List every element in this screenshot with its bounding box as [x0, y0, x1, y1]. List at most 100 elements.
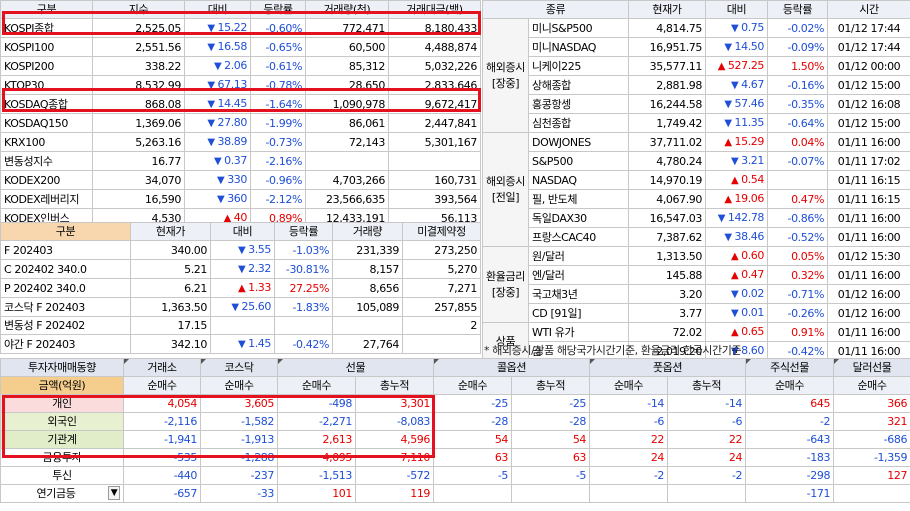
- domestic-row[interactable]: KOSPI종합 2,525.05 ▼ 15.22 -0.60% 772,471 8,180,…: [0, 18, 481, 38]
- global-header-row: 종류 현재가 대비 등락률 시간: [481, 0, 910, 19]
- futures-row[interactable]: 야간 F 202403 342.10 ▼ 1.45 -0.42% 27,764: [0, 334, 481, 354]
- global-change: ▼ 0.01: [705, 303, 769, 323]
- global-row[interactable]: S&P500 4,780.24 ▼ 3.21 -0.07% 01/11 17:02: [483, 151, 910, 171]
- global-row[interactable]: NASDAQ 14,970.19 ▲ 0.54 01/11 16:15: [483, 170, 910, 190]
- global-row[interactable]: 홍콩항셍 16,244.58 ▼ 57.46 -0.35% 01/12 16:08: [483, 94, 910, 114]
- investor-row[interactable]: 기관계 -1,941 -1,913 2,613 4,596 54 54 22 22 -643 -68…: [0, 430, 910, 449]
- investor-row[interactable]: 금융투자 -535 -1,288 4,095 7,110 63 63 24 24 -183 -1,3…: [0, 448, 910, 467]
- index-value: 34,070: [92, 170, 185, 190]
- change-value: 2.06: [224, 59, 247, 72]
- futures-row[interactable]: F 202403 340.00 ▼ 3.55 -1.03% 231,339 273,250: [0, 240, 481, 260]
- global-row[interactable]: 국고채3년 3.20 ▼ 0.02 -0.71% 01/12 16:00: [483, 284, 910, 304]
- investor-value: 2,613: [277, 430, 356, 449]
- index-amount: 4,488,874: [388, 37, 481, 57]
- index-volume: 60,500: [305, 37, 389, 57]
- investor-row[interactable]: 외국인 -2,116 -1,582 -2,271 -8,083 -28 -28 -6 -6 -2 3…: [0, 412, 910, 431]
- futures-name: 코스닥 F 202403: [0, 297, 131, 317]
- investor-row[interactable]: 연기금등 ▼ -657 -33 101 119 -171: [0, 484, 910, 503]
- index-name: KOSPI200: [0, 56, 93, 76]
- index-change: ▼ 16.58: [184, 37, 251, 57]
- investor-sub-header: 순매수: [745, 376, 835, 395]
- dropdown-arrow-icon[interactable]: ▼: [108, 486, 120, 500]
- index-volume: 1,090,978: [305, 94, 389, 114]
- global-row[interactable]: 필, 반도체 4,067.90 ▲ 19.06 0.47% 01/11 16:15: [483, 189, 910, 209]
- investor-row[interactable]: 개인 4,054 3,605 -498 3,301 -25 -25 -14 -14 645 366: [0, 394, 910, 413]
- futures-volume: 231,339: [332, 240, 403, 260]
- investor-value: 4,095: [277, 448, 356, 467]
- domestic-row[interactable]: KOSPI200 338.22 ▼ 2.06 -0.61% 85,312 5,032,226: [0, 56, 481, 76]
- index-volume: [305, 151, 389, 171]
- global-rate: -0.35%: [767, 94, 829, 114]
- global-row[interactable]: 니케이225 35,577.11 ▲ 527.25 1.50% 01/12 00:00: [483, 56, 910, 76]
- domestic-row[interactable]: KOSPI100 2,551.56 ▼ 16.58 -0.65% 60,500 4,488,…: [0, 37, 481, 57]
- investor-value: 101: [277, 484, 356, 503]
- global-row[interactable]: 환율금리[장중] 원/달러 1,313.50 ▲ 0.60 0.05% 01/12 15:3…: [482, 246, 910, 323]
- index-name: KODEX200: [0, 170, 93, 190]
- global-row[interactable]: CD [91일] 3.77 ▼ 0.01 -0.26% 01/12 16:00: [483, 303, 910, 323]
- up-arrow-icon: ▲: [724, 194, 732, 205]
- change-value: 3.21: [741, 154, 765, 167]
- domestic-row[interactable]: KRX100 5,263.16 ▼ 38.89 -0.73% 72,143 5,301,16…: [0, 132, 481, 152]
- investor-value: -1,513: [277, 466, 356, 485]
- investor-row[interactable]: 투신 -440 -237 -1,513 -572 -5 -5 -2 -2 -298 127: [0, 466, 910, 485]
- up-arrow-icon: ▲: [730, 175, 739, 186]
- down-arrow-icon: ▼: [217, 175, 225, 186]
- domestic-row[interactable]: 변동성지수 16.77 ▼ 0.37 -2.16%: [0, 151, 481, 171]
- investor-value: -6: [667, 412, 747, 431]
- global-rate: -0.26%: [767, 303, 829, 323]
- change-value: 4.67: [741, 78, 765, 91]
- down-arrow-icon: ▼: [237, 264, 246, 275]
- investor-title: 투자자매매동향: [0, 358, 124, 377]
- investor-name[interactable]: 연기금등 ▼: [0, 484, 124, 503]
- futures-volume: 8,656: [332, 278, 403, 298]
- domestic-row[interactable]: KTOP30 8,532.99 ▼ 67.13 -0.78% 28,650 2,833,64…: [0, 75, 481, 95]
- investor-sub-header: 순매수: [123, 376, 201, 395]
- investor-value: -2: [667, 466, 747, 485]
- global-row[interactable]: 상품 WTI 유가 72.02 ▲ 0.65 0.91% 01/11 16:00: [482, 322, 910, 361]
- futures-change: ▼ 3.55: [210, 240, 275, 260]
- domestic-row[interactable]: KOSDAQ종합 868.08 ▼ 14.45 -1.64% 1,090,978 9,672…: [0, 94, 481, 114]
- domestic-row[interactable]: KOSDAQ150 1,369.06 ▼ 27.80 -1.99% 86,061 2,447…: [0, 113, 481, 133]
- investor-value: -171: [745, 484, 835, 503]
- global-time: 01/12 16:08: [827, 94, 910, 114]
- investor-value: -183: [745, 448, 835, 467]
- change-value: 330: [227, 173, 247, 186]
- global-row[interactable]: 심천종합 1,749.42 ▼ 11.35 -0.64% 01/12 15:00: [483, 113, 910, 133]
- global-row[interactable]: 엔/달러 145.88 ▲ 0.47 0.32% 01/11 16:00: [483, 265, 910, 285]
- investor-name: 금융투자: [0, 448, 124, 467]
- global-row[interactable]: 독일DAX30 16,547.03 ▼ 142.78 -0.86% 01/11 16:00: [483, 208, 910, 228]
- futures-row[interactable]: P 202402 340.0 6.21 ▲ 1.33 27.25% 8,656 7,271: [0, 278, 481, 298]
- down-arrow-icon: ▼: [237, 245, 246, 256]
- futures-row[interactable]: 변동성 F 202402 17.15 2: [0, 316, 481, 335]
- investor-value: 63: [433, 448, 513, 467]
- global-time: 01/12 15:00: [827, 75, 910, 95]
- global-row[interactable]: 해외증시[전일] DOWJONES 37,711.02 ▲ 15.29 0.04% 01/1…: [482, 132, 910, 247]
- futures-name: 변동성 F 202402: [0, 316, 131, 335]
- futures-row[interactable]: C 202402 340.0 5.21 ▼ 2.32 -30.81% 8,157 5,270: [0, 259, 481, 279]
- domestic-row[interactable]: KODEX레버리지 16,590 ▼ 360 -2.12% 23,566,635 393,5…: [0, 189, 481, 209]
- index-value: 16.77: [92, 151, 185, 171]
- index-rate: -0.73%: [250, 132, 306, 152]
- domestic-row[interactable]: KODEX200 34,070 ▼ 330 -0.96% 4,703,266 160,731: [0, 170, 481, 190]
- investor-value: -2: [745, 412, 835, 431]
- global-row[interactable]: 해외증시[장중] 미니S&P500 4,814.75 ▼ 0.75 -0.02% 01/12…: [482, 18, 910, 133]
- global-name: WTI 유가: [527, 322, 630, 342]
- up-arrow-icon: ▲: [724, 137, 732, 148]
- investor-value: 3,605: [200, 394, 278, 413]
- investor-value: [833, 484, 910, 503]
- global-change: ▼ 38.46: [705, 227, 769, 247]
- investor-value: -8,083: [354, 412, 435, 431]
- global-row[interactable]: 미니NASDAQ 16,951.75 ▼ 14.50 -0.09% 01/12 17:44: [483, 37, 910, 57]
- investor-value: -1,913: [200, 430, 278, 449]
- investor-value: -5: [433, 466, 513, 485]
- global-price: 16,244.58: [628, 94, 707, 114]
- global-time: 01/12 17:44: [827, 18, 910, 38]
- global-name: 니케이225: [527, 56, 630, 76]
- global-name: 미니S&P500: [527, 18, 630, 38]
- change-value: 19.06: [734, 192, 765, 205]
- futures-row[interactable]: 코스닥 F 202403 1,363.50 ▼ 25.60 -1.83% 105,089 2…: [0, 297, 481, 317]
- global-row[interactable]: 프랑스CAC40 7,387.62 ▼ 38.46 -0.52% 01/11 16:00: [483, 227, 910, 247]
- investor-value: 24: [667, 448, 747, 467]
- futures-rate: [274, 316, 333, 335]
- global-row[interactable]: 상해종합 2,881.98 ▼ 4.67 -0.16% 01/12 15:00: [483, 75, 910, 95]
